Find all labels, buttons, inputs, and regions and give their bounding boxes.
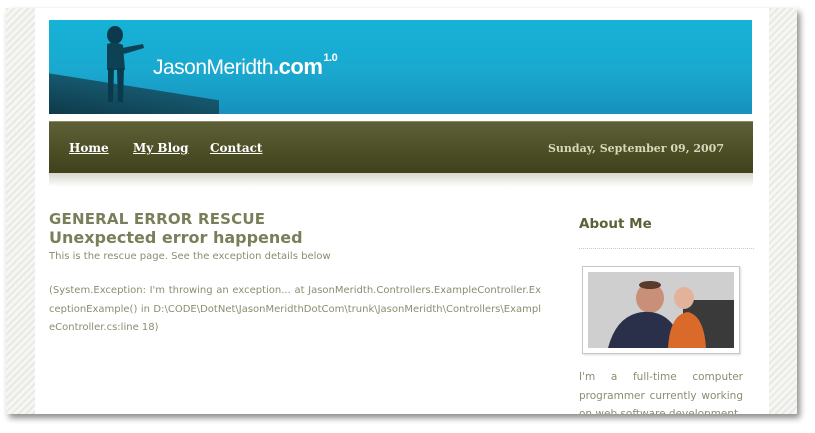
sidebar-divider bbox=[579, 248, 754, 249]
about-bio: I'm a full-time computer programmer curr… bbox=[579, 371, 743, 414]
error-title: GENERAL ERROR RESCUE bbox=[49, 210, 266, 228]
page-container: JasonMeridth.com1.0 Home My Blog Contact… bbox=[35, 8, 769, 414]
site-tld: .com bbox=[273, 54, 323, 79]
site-logo[interactable]: JasonMeridth.com1.0 bbox=[153, 52, 338, 80]
site-version: 1.0 bbox=[323, 52, 338, 64]
child-silhouette-image bbox=[107, 26, 144, 102]
about-heading: About Me bbox=[579, 216, 652, 232]
error-subtitle: Unexpected error happened bbox=[49, 228, 303, 247]
current-date: Sunday, September 09, 2007 bbox=[547, 142, 724, 155]
screenshot-frame: JasonMeridth.com1.0 Home My Blog Contact… bbox=[6, 8, 797, 414]
header-banner: JasonMeridth.com1.0 bbox=[49, 20, 752, 114]
nav-home[interactable]: Home bbox=[69, 141, 109, 155]
profile-photo-frame bbox=[582, 266, 740, 354]
nav-bar: Home My Blog Contact Sunday, September 0… bbox=[49, 121, 753, 174]
exception-details: (System.Exception: I'm throwing an excep… bbox=[49, 285, 541, 333]
error-description: This is the rescue page. See the excepti… bbox=[49, 251, 331, 262]
nav-my-blog[interactable]: My Blog bbox=[133, 141, 189, 155]
site-name: JasonMeridth bbox=[153, 56, 274, 79]
nav-shadow bbox=[49, 173, 753, 187]
profile-photo bbox=[588, 272, 734, 348]
profile-photo-image bbox=[588, 272, 734, 348]
nav-contact[interactable]: Contact bbox=[210, 141, 262, 155]
